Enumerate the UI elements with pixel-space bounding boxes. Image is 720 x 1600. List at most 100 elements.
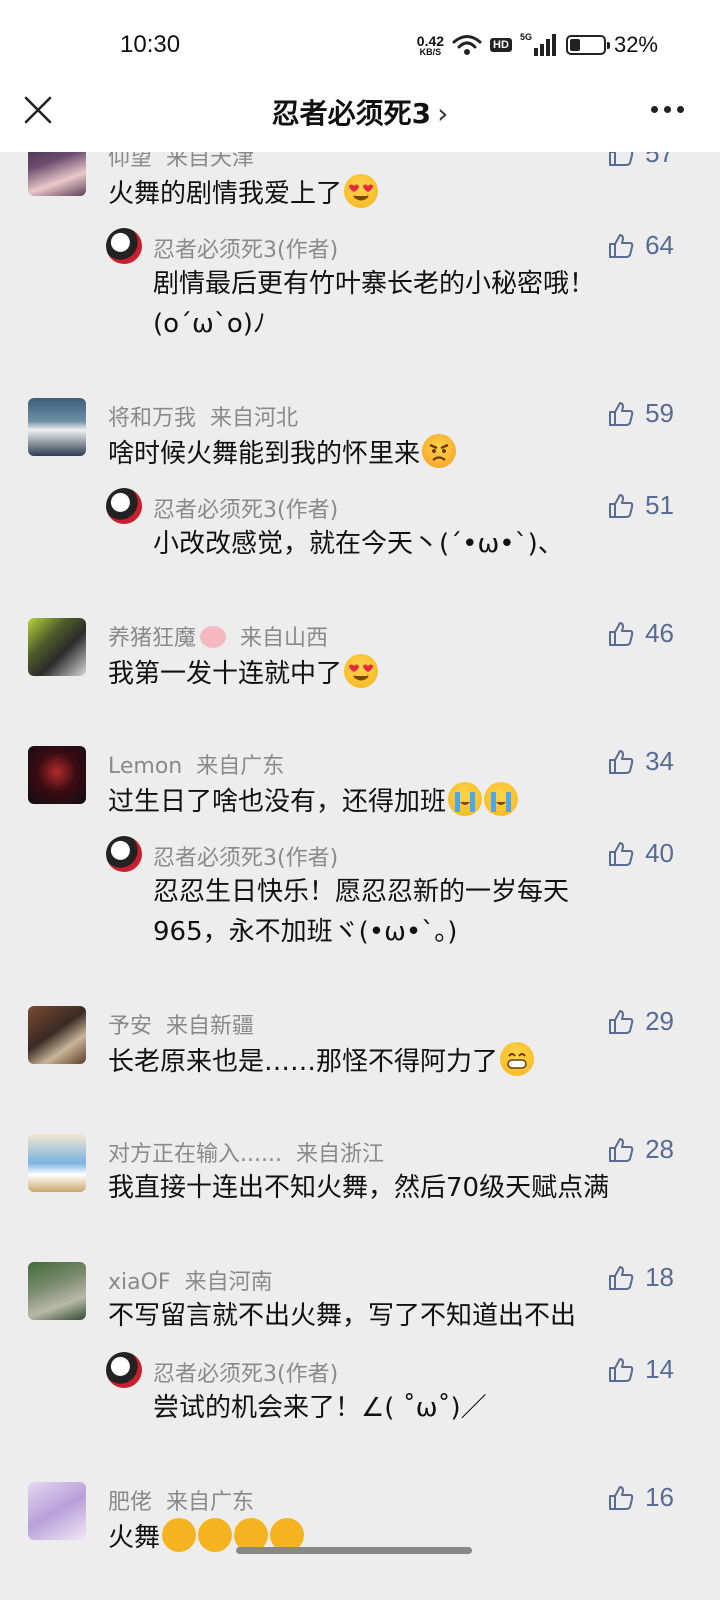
thumbs-up-icon: [609, 1357, 634, 1382]
comment-text-content: 不写留言就不出火舞，写了不知道出不出: [108, 1301, 577, 1331]
comment-author[interactable]: 肥佬 来自广东: [108, 1484, 254, 1516]
author-avatar[interactable]: [106, 1352, 142, 1388]
like-count: 57: [645, 152, 674, 168]
avatar[interactable]: [28, 1262, 86, 1320]
reply-author[interactable]: 忍者必须死3(作者): [153, 1356, 338, 1388]
comment-text: 啥时候火舞能到我的怀里来: [108, 434, 457, 472]
comment-location: 来自广东: [166, 1490, 255, 1515]
comment-text-content: 啥时候火舞能到我的怀里来: [108, 439, 421, 469]
comment-text: 不写留言就不出火舞，写了不知道出不出: [108, 1298, 576, 1334]
like-count: 29: [645, 1006, 674, 1036]
avatar[interactable]: [28, 398, 86, 456]
network-speed-value: 0.42: [416, 32, 445, 49]
comment-location: 来自新疆: [166, 1014, 255, 1039]
angry-emoji-icon: [422, 434, 457, 468]
grin-emoji-icon: [500, 1042, 535, 1076]
reply-text-line: 965，永不加班ヾ(•ω•`。): [153, 917, 458, 947]
avatar[interactable]: [28, 618, 86, 676]
thumbs-up-icon: [609, 401, 634, 426]
like-count: 34: [645, 746, 674, 776]
network-type: 5G: [519, 32, 532, 42]
comment-author-name: xiaOF: [108, 1270, 171, 1295]
like-button[interactable]: 28: [607, 1134, 674, 1165]
chevron-right-icon: ›: [437, 97, 449, 130]
thumbs-up-icon: [609, 621, 634, 646]
comment-text: 我第一发十连就中了: [108, 654, 379, 692]
battery-percent: 32%: [613, 32, 658, 57]
author-avatar[interactable]: [106, 488, 142, 524]
like-count: 40: [645, 838, 674, 868]
reply-text-line: 忍忍生日快乐！愿忍忍新的一岁每天: [153, 877, 570, 907]
author-avatar[interactable]: [106, 228, 142, 264]
comment-text-content: 过生日了啥也没有，还得加班: [108, 787, 447, 817]
hd-icon: HD: [490, 38, 512, 52]
reply-text-line: 小改改感觉，就在今天丶(´•ω•`)、: [153, 529, 564, 559]
comment-location: 来自山西: [240, 626, 329, 651]
like-button[interactable]: 46: [607, 618, 674, 649]
comment-author[interactable]: 养猪狂魔 来自山西: [108, 620, 328, 652]
author-avatar[interactable]: [106, 836, 142, 872]
like-button[interactable]: 34: [607, 746, 674, 777]
thumbs-up-icon: [609, 233, 634, 258]
comment-author[interactable]: 对方正在输入...... 来自浙江: [108, 1136, 384, 1168]
comment-text: 我直接十连出不知火舞，然后70级天赋点满: [108, 1170, 609, 1206]
comment-author[interactable]: 将和万我 来自河北: [108, 400, 298, 432]
like-count: 46: [645, 618, 674, 648]
like-button[interactable]: 64: [607, 230, 674, 261]
comment-author-name: 予安: [108, 1014, 153, 1039]
page-title[interactable]: 忍者必须死3 ›: [0, 92, 720, 132]
more-options-icon[interactable]: [651, 106, 684, 113]
avatar[interactable]: [28, 746, 86, 804]
thumbs-up-icon: [609, 152, 634, 166]
like-button[interactable]: 51: [607, 490, 674, 521]
home-indicator[interactable]: [236, 1547, 472, 1554]
comment-author-name: 养猪狂魔: [108, 626, 197, 651]
reply-text-line: 尝试的机会来了！∠( ˚ω˚)／: [153, 1393, 487, 1423]
comment-text-content: 火舞的剧情我爱上了: [108, 179, 343, 209]
comment-text: 过生日了啥也没有，还得加班: [108, 782, 519, 820]
avatar[interactable]: [28, 152, 86, 196]
like-count: 59: [645, 398, 674, 428]
comment-author[interactable]: xiaOF 来自河南: [108, 1264, 273, 1296]
reply-author[interactable]: 忍者必须死3(作者): [153, 840, 338, 872]
avatar[interactable]: [28, 1006, 86, 1064]
avatar[interactable]: [28, 1482, 86, 1540]
reply-text: 尝试的机会来了！∠( ˚ω˚)／: [153, 1388, 653, 1428]
reply-author[interactable]: 忍者必须死3(作者): [153, 232, 338, 264]
comment-text-content: 火舞: [108, 1523, 161, 1553]
like-count: 51: [645, 490, 674, 520]
like-button[interactable]: 40: [607, 838, 674, 869]
comment-author[interactable]: 仰望 来自天津: [108, 152, 254, 172]
thumbs-up-icon: [609, 493, 634, 518]
like-button[interactable]: 16: [607, 1482, 674, 1513]
like-button[interactable]: 14: [607, 1354, 674, 1385]
reply-author[interactable]: 忍者必须死3(作者): [153, 492, 338, 524]
avatar[interactable]: [28, 1134, 86, 1192]
like-count: 14: [645, 1354, 674, 1384]
page-title-text: 忍者必须死3: [271, 97, 432, 130]
comment-author-name: 将和万我: [108, 406, 197, 431]
like-button[interactable]: 57: [607, 152, 674, 169]
comment-location: 来自浙江: [295, 1142, 384, 1167]
comment-author[interactable]: 予安 来自新疆: [108, 1008, 254, 1040]
comment-author[interactable]: Lemon 来自广东: [108, 748, 284, 780]
like-button[interactable]: 18: [607, 1262, 674, 1293]
comment-text: 火舞的剧情我爱上了: [108, 174, 379, 212]
comment-author-name: Lemon: [108, 754, 183, 779]
like-button[interactable]: 59: [607, 398, 674, 429]
comment-text-content: 长老原来也是……那怪不得阿力了: [108, 1047, 499, 1077]
thumbs-up-icon: [609, 1265, 634, 1290]
comment-author-name: 仰望: [108, 152, 153, 171]
like-button[interactable]: 29: [607, 1006, 674, 1037]
comment-text: 长老原来也是……那怪不得阿力了: [108, 1042, 535, 1080]
heart-eyes-emoji-icon: [344, 174, 379, 208]
pig-emoji-icon: [200, 626, 227, 648]
signal-icon: [533, 34, 556, 56]
status-time: 10:30: [120, 31, 181, 58]
comment-location: 来自河北: [210, 406, 299, 431]
like-count: 64: [645, 230, 674, 260]
thumbs-up-icon: [609, 1137, 634, 1162]
comment-author-name: 肥佬: [108, 1490, 153, 1515]
network-speed: 0.42 KB/S: [417, 34, 444, 57]
thumbs-up-icon: [609, 1009, 634, 1034]
